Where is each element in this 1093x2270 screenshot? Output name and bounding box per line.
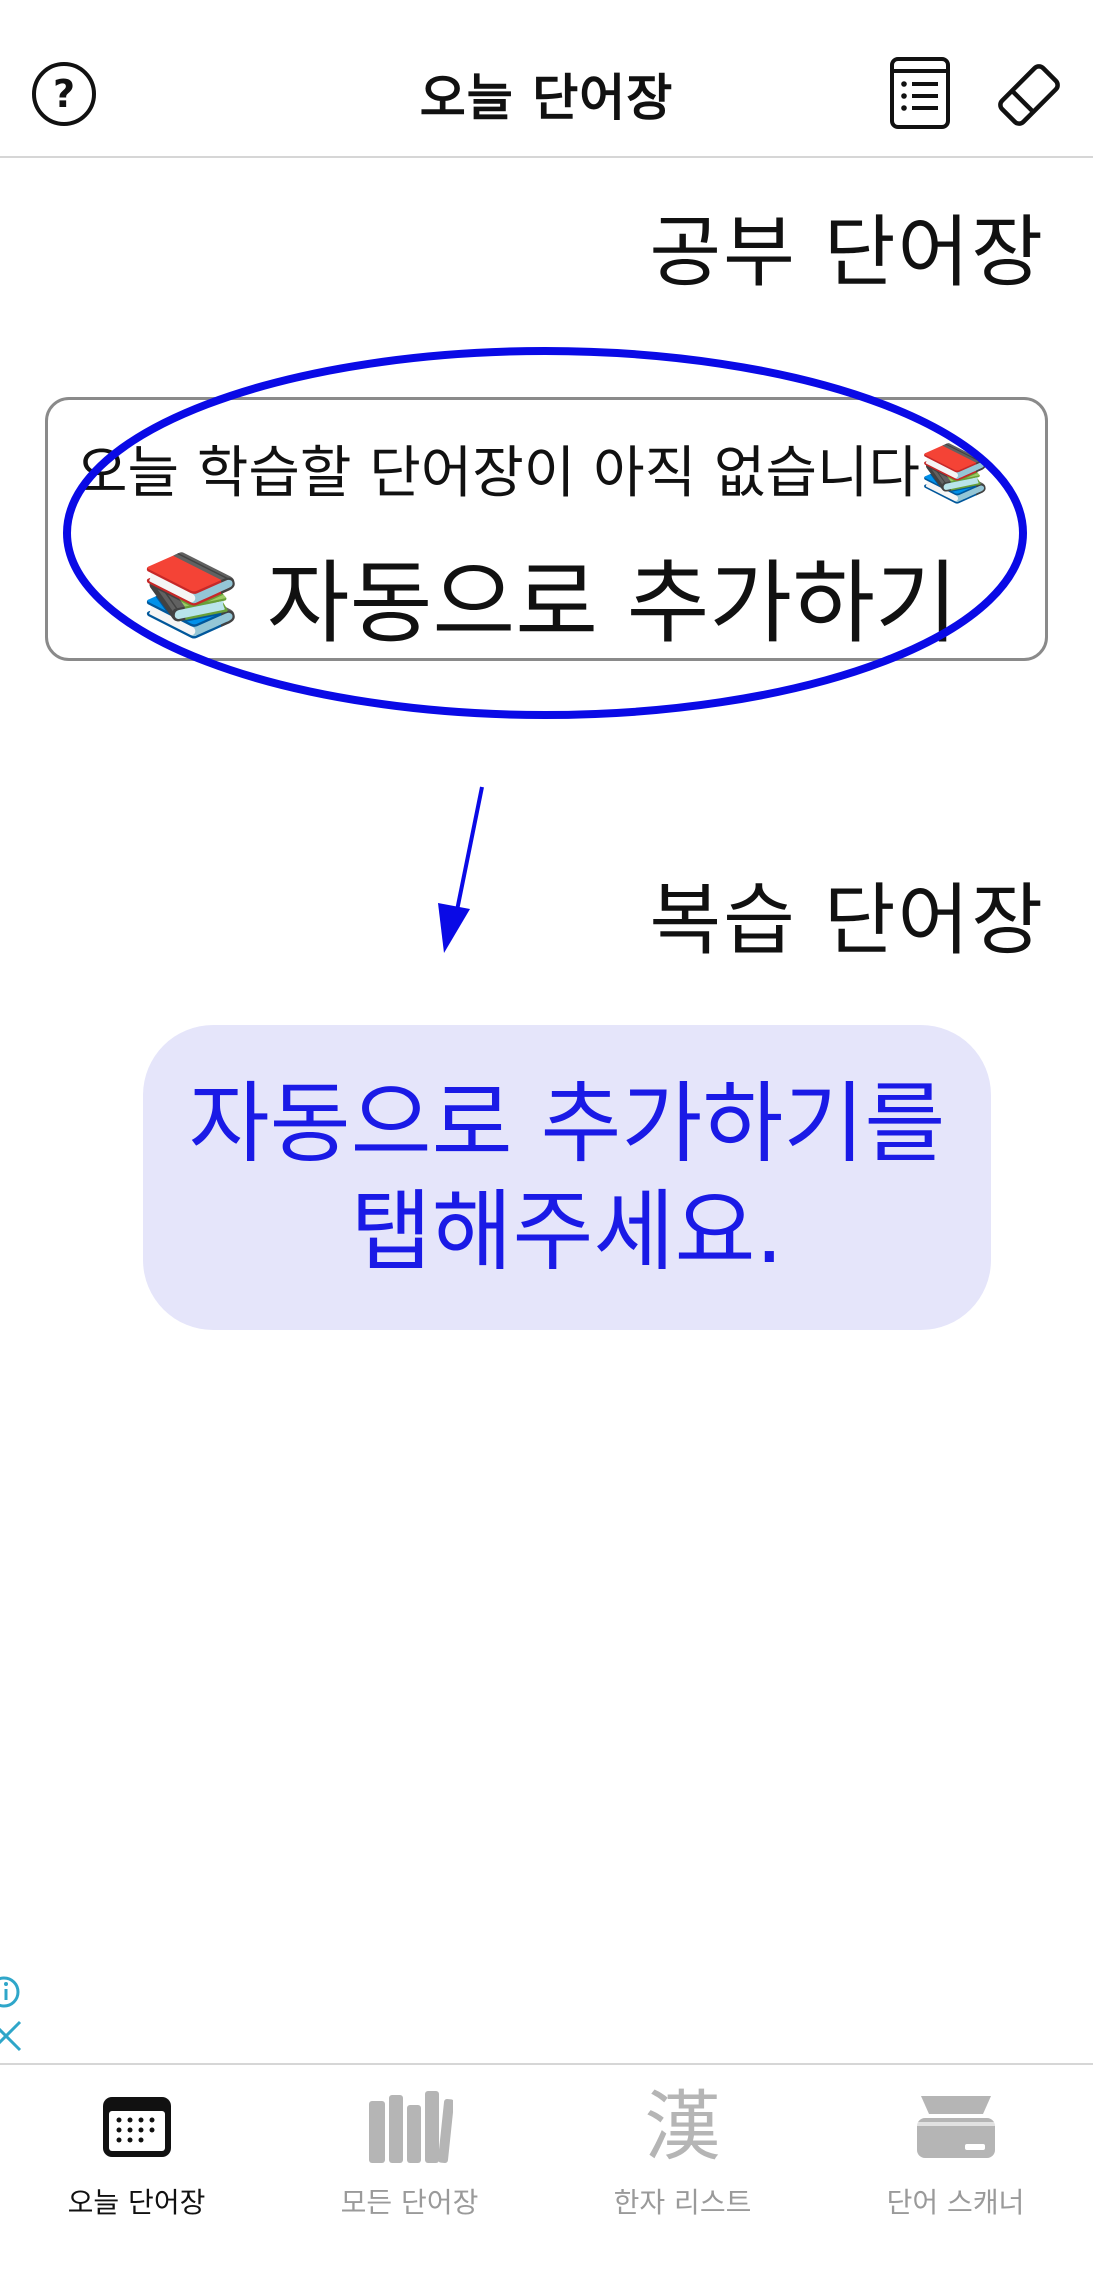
- tab-label: 단어 스캐너: [886, 2186, 1025, 2219]
- empty-study-card[interactable]: 오늘 학습할 단어장이 아직 없습니다📚 📚 자동으로 추가하기: [45, 397, 1048, 661]
- calendar-icon: [102, 2097, 171, 2157]
- empty-message: 오늘 학습할 단어장이 아직 없습니다📚: [76, 428, 990, 509]
- books-icon: [368, 2091, 453, 2164]
- empty-message-text: 오늘 학습할 단어장이 아직 없습니다: [76, 441, 921, 506]
- down-arrow-icon: [438, 786, 484, 953]
- eraser-icon[interactable]: [994, 60, 1064, 130]
- ad-choices-icon[interactable]: [0, 1972, 26, 2052]
- books-emoji-icon: 📚: [920, 441, 990, 506]
- hint-line-1: 자동으로 추가하기를: [188, 1071, 946, 1175]
- list-document-icon[interactable]: [888, 56, 952, 130]
- scanner-icon: [916, 2096, 995, 2158]
- tab-today-wordbook[interactable]: 오늘 단어장: [0, 2065, 273, 2270]
- bottom-tab-bar: 오늘 단어장 모든 단어장 漢 한자 리스트 단어 스캐너: [0, 2063, 1093, 2270]
- tab-hanja-list[interactable]: 漢 한자 리스트: [546, 2065, 819, 2270]
- tab-all-wordbooks[interactable]: 모든 단어장: [273, 2065, 546, 2270]
- study-section-title: 공부 단어장: [649, 208, 1045, 298]
- top-bar: ? 오늘 단어장: [0, 0, 1093, 158]
- tab-word-scanner[interactable]: 단어 스캐너: [819, 2065, 1092, 2270]
- tab-label: 모든 단어장: [340, 2186, 479, 2219]
- review-section-title: 복습 단어장: [649, 876, 1045, 966]
- auto-add-button[interactable]: 📚 자동으로 추가하기: [48, 530, 1051, 660]
- hint-line-2: 탭해주세요.: [350, 1179, 784, 1283]
- hint-tooltip: 자동으로 추가하기를 탭해주세요.: [143, 1025, 991, 1330]
- books-emoji-icon: 📚: [141, 548, 241, 641]
- auto-add-label: 자동으로 추가하기: [266, 551, 958, 656]
- tab-label: 오늘 단어장: [67, 2186, 206, 2219]
- hanja-icon: 漢: [644, 2082, 721, 2171]
- tab-label: 한자 리스트: [613, 2186, 752, 2219]
